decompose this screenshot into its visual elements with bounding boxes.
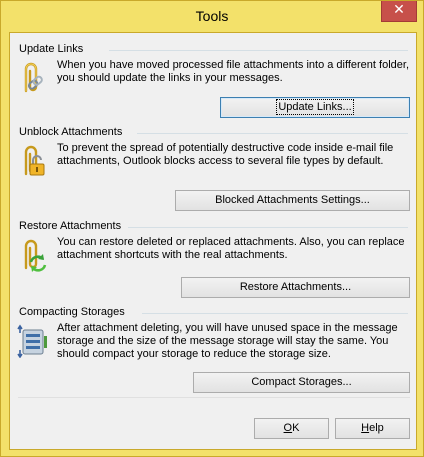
ok-button[interactable]: OK	[254, 418, 329, 439]
update-links-section: Update Links When you have moved process…	[10, 43, 416, 121]
restore-attachments-heading: Restore Attachments	[19, 220, 122, 232]
footer-separator	[18, 397, 410, 398]
help-button-mnemonic: H	[361, 422, 370, 434]
compacting-storages-divider	[142, 313, 408, 314]
unblock-attachments-description: To prevent the spread of potentially des…	[57, 142, 394, 167]
update-links-button-label: Update Links...	[276, 99, 354, 115]
ok-button-label: K	[292, 422, 300, 434]
unblock-attachments-section: Unblock Attachments To prevent the sprea…	[10, 126, 416, 214]
update-links-button[interactable]: Update Links...	[220, 97, 410, 118]
compact-storages-button-label: Compact Storages...	[251, 376, 352, 388]
compact-storages-button[interactable]: Compact Storages...	[193, 372, 410, 393]
tools-dialog-window: Tools ✕ Update Links When you have moved…	[0, 0, 424, 457]
paperclip-padlock-icon	[24, 145, 45, 176]
help-button-label: elp	[369, 422, 384, 434]
storage-compress-icon	[17, 324, 47, 358]
restore-attachments-divider	[128, 227, 408, 228]
compacting-storages-description: After attachment deleting, you will have…	[57, 322, 398, 360]
unblock-attachments-heading: Unblock Attachments	[19, 126, 123, 138]
compacting-storages-section: Compacting Storages After attachment del…	[10, 306, 416, 396]
update-links-heading: Update Links	[19, 43, 84, 55]
close-button[interactable]: ✕	[381, 1, 417, 22]
help-button[interactable]: Help	[335, 418, 410, 439]
paperclip-chain-link-icon	[24, 62, 43, 93]
restore-attachments-button[interactable]: Restore Attachments...	[181, 277, 410, 298]
restore-attachments-button-label: Restore Attachments...	[239, 281, 352, 293]
update-links-divider	[109, 50, 408, 51]
unblock-attachments-divider	[137, 133, 408, 134]
window-title: Tools	[195, 8, 229, 24]
paperclip-restore-arrows-icon	[24, 239, 47, 272]
blocked-attachments-settings-label: Blocked Attachments Settings...	[215, 194, 370, 206]
dialog-client-area: Update Links When you have moved process…	[9, 32, 417, 450]
close-icon: ✕	[393, 2, 405, 18]
ok-button-mnemonic: O	[283, 422, 293, 434]
title-bar[interactable]: Tools ✕	[1, 1, 423, 31]
update-links-description: When you have moved processed file attac…	[57, 59, 409, 84]
restore-attachments-description: You can restore deleted or replaced atta…	[57, 236, 405, 261]
restore-attachments-section: Restore Attachments You can restore dele…	[10, 220, 416, 300]
blocked-attachments-settings-button[interactable]: Blocked Attachments Settings...	[175, 190, 410, 211]
compacting-storages-heading: Compacting Storages	[19, 306, 125, 318]
